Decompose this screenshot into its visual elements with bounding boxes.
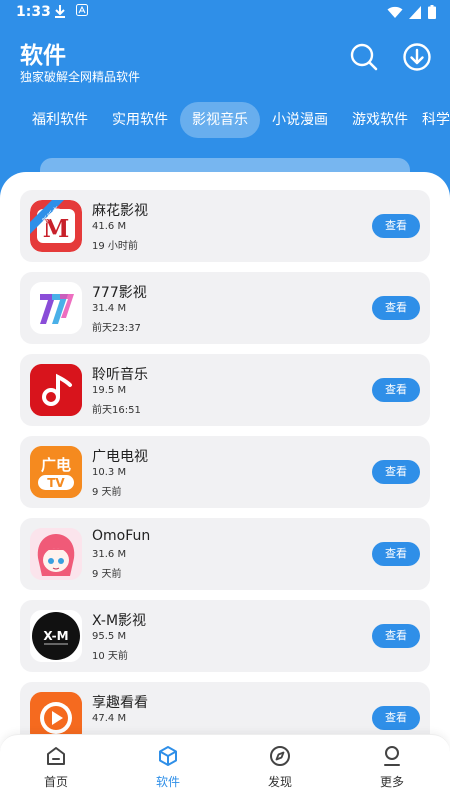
app-card-lingting[interactable]: 聆听音乐 19.5 M 前天16:51 查看 — [20, 354, 430, 426]
user-icon — [384, 746, 400, 766]
app-size: 31.4 M — [92, 303, 127, 314]
page-subtitle: 独家破解全网精品软件 — [20, 70, 141, 84]
app-update-time: 前天16:51 — [92, 405, 141, 416]
home-icon — [47, 747, 65, 765]
app-name: X-M影视 — [92, 613, 147, 629]
app-notification-icon — [76, 4, 88, 20]
mahua-app-icon: M 新版本 — [30, 200, 82, 252]
svg-text:广电: 广电 — [41, 456, 71, 474]
app-size: 47.4 M — [92, 713, 127, 724]
download-notification-icon — [54, 4, 66, 22]
category-tabs: 福利软件 实用软件 影视音乐 小说漫画 游戏软件 科学 — [0, 102, 450, 138]
app-card-777[interactable]: 777影视 31.4 M 前天23:37 查看 — [20, 272, 430, 344]
nav-discover[interactable]: 发现 — [240, 745, 320, 795]
app-card-mahua[interactable]: M 新版本 麻花影视 41.6 M 19 小时前 查看 — [20, 190, 430, 262]
app-list-panel: M 新版本 麻花影视 41.6 M 19 小时前 查看 777影视 31.4 M… — [0, 172, 450, 800]
nav-label: 首页 — [43, 775, 68, 789]
app-name: 广电电视 — [92, 449, 148, 465]
anime-character-icon — [30, 528, 82, 580]
svg-text:X-M: X-M — [43, 629, 68, 643]
nav-label: 软件 — [155, 775, 180, 789]
search-icon — [350, 43, 378, 71]
app-card-guangdian[interactable]: 广电 TV 广电电视 10.3 M 9 天前 查看 — [20, 436, 430, 508]
app-name: 享趣看看 — [92, 695, 148, 711]
view-button[interactable]: 查看 — [372, 378, 420, 402]
nav-more[interactable]: 更多 — [352, 745, 432, 795]
app-size: 19.5 M — [92, 385, 127, 396]
app-card-xm[interactable]: X-M X-M影视 95.5 M 10 天前 查看 — [20, 600, 430, 672]
app-list: M 新版本 麻花影视 41.6 M 19 小时前 查看 777影视 31.4 M… — [20, 190, 430, 764]
tab-welfare-software[interactable]: 福利软件 — [22, 102, 98, 138]
app-name: OmoFun — [92, 528, 151, 544]
app-name: 麻花影视 — [92, 203, 148, 219]
view-button[interactable]: 查看 — [372, 624, 420, 648]
app-header: 软件 独家破解全网精品软件 — [0, 26, 450, 96]
app-size: 95.5 M — [92, 631, 127, 642]
777-app-icon — [30, 282, 82, 334]
tab-novel-comic[interactable]: 小说漫画 — [262, 102, 338, 138]
app-size: 31.6 M — [92, 549, 127, 560]
app-size: 10.3 M — [92, 467, 127, 478]
view-button[interactable]: 查看 — [372, 214, 420, 238]
app-update-time: 19 小时前 — [92, 241, 138, 252]
view-button[interactable]: 查看 — [372, 460, 420, 484]
tab-science[interactable]: 科学 — [422, 102, 450, 138]
status-bar: 1:33 — [0, 0, 450, 26]
signal-icon — [409, 4, 422, 23]
bottom-navigation: 首页 软件 发现 更多 — [0, 734, 450, 800]
compass-icon — [270, 746, 290, 766]
tab-video-music[interactable]: 影视音乐 — [180, 102, 260, 138]
app-update-time: 9 天前 — [92, 569, 122, 580]
tab-game-software[interactable]: 游戏软件 — [342, 102, 418, 138]
page-title: 软件 — [20, 43, 66, 69]
app-card-omofun[interactable]: OmoFun 31.6 M 9 天前 查看 — [20, 518, 430, 590]
app-update-time: 前天23:37 — [92, 323, 141, 334]
app-update-time: 9 天前 — [92, 487, 122, 498]
download-button[interactable] — [402, 42, 432, 72]
nav-software[interactable]: 软件 — [128, 745, 208, 795]
nav-label: 发现 — [267, 775, 292, 789]
tab-utility-software[interactable]: 实用软件 — [102, 102, 178, 138]
nav-home[interactable]: 首页 — [16, 745, 96, 795]
view-button[interactable]: 查看 — [372, 296, 420, 320]
xm-app-icon: X-M — [30, 610, 82, 662]
nav-label: 更多 — [379, 775, 404, 789]
music-note-icon — [30, 364, 82, 416]
app-update-time: 10 天前 — [92, 651, 128, 662]
download-icon — [403, 43, 431, 71]
view-button[interactable]: 查看 — [372, 706, 420, 730]
search-button[interactable] — [349, 42, 379, 72]
app-name: 777影视 — [92, 285, 147, 301]
cube-icon — [159, 746, 177, 766]
app-size: 41.6 M — [92, 221, 127, 232]
app-name: 聆听音乐 — [92, 367, 148, 383]
svg-text:TV: TV — [47, 476, 65, 490]
status-time: 1:33 — [16, 4, 51, 20]
view-button[interactable]: 查看 — [372, 542, 420, 566]
battery-icon — [428, 4, 436, 23]
wifi-icon — [387, 4, 403, 23]
guangdian-tv-app-icon: 广电 TV — [30, 446, 82, 498]
